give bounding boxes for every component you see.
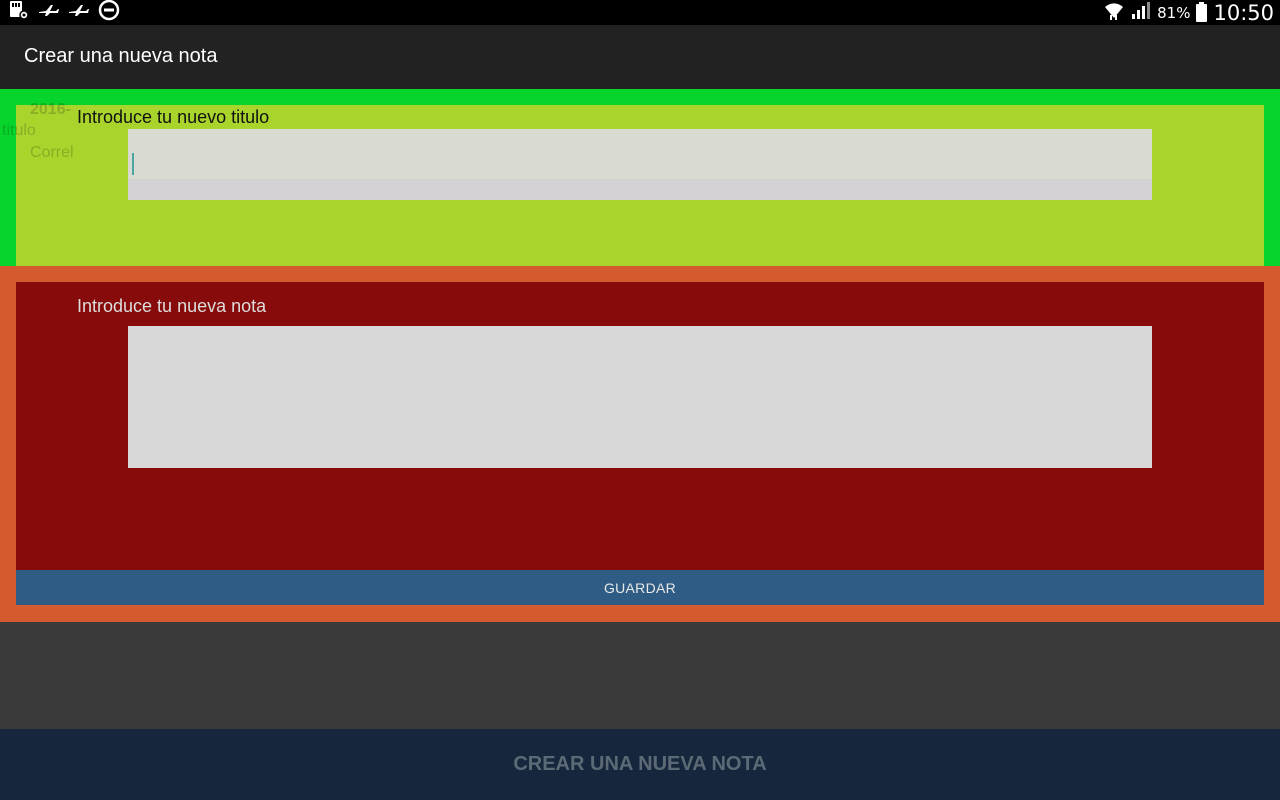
bg-list-date: 2016- [30, 101, 71, 118]
wifi-icon [1103, 0, 1125, 25]
battery-icon [1196, 1, 1208, 22]
save-button[interactable]: GUARDAR [16, 570, 1264, 605]
status-icons-right: 81% 10:50 [1103, 0, 1274, 25]
text-cursor [132, 153, 134, 175]
title-input[interactable] [128, 129, 1152, 200]
bg-list-preview: Correl [30, 144, 74, 161]
title-label: Introduce tu nuevo titulo [77, 107, 270, 127]
note-label: Introduce tu nueva nota [77, 296, 267, 316]
status-icons-left [8, 0, 120, 26]
do-not-disturb-icon [98, 0, 120, 26]
airplane-icon [68, 3, 90, 22]
page-title: Crear una nueva nota [24, 45, 218, 67]
status-bar: 81% 10:50 [0, 0, 1280, 25]
note-panel: Introduce tu nueva nota GUARDAR [0, 266, 1280, 622]
clock: 10:50 [1213, 0, 1274, 25]
battery-percent: 81% [1157, 3, 1191, 22]
action-bar: Crear una nueva nota [0, 25, 1280, 89]
title-panel-inner: Introduce tu nuevo titulo [16, 105, 1264, 266]
create-note-button[interactable]: CREAR UNA NUEVA NOTA [0, 729, 1280, 800]
note-input[interactable] [128, 326, 1152, 468]
title-input-underline [128, 179, 1152, 200]
signal-icon [1131, 1, 1151, 24]
title-panel: Introduce tu nuevo titulo 2016- titulo C… [0, 89, 1280, 266]
note-panel-inner: Introduce tu nueva nota [16, 282, 1264, 570]
bg-list-title: titulo [2, 122, 36, 139]
airplane-icon [38, 3, 60, 22]
sd-card-settings-icon [8, 0, 30, 25]
